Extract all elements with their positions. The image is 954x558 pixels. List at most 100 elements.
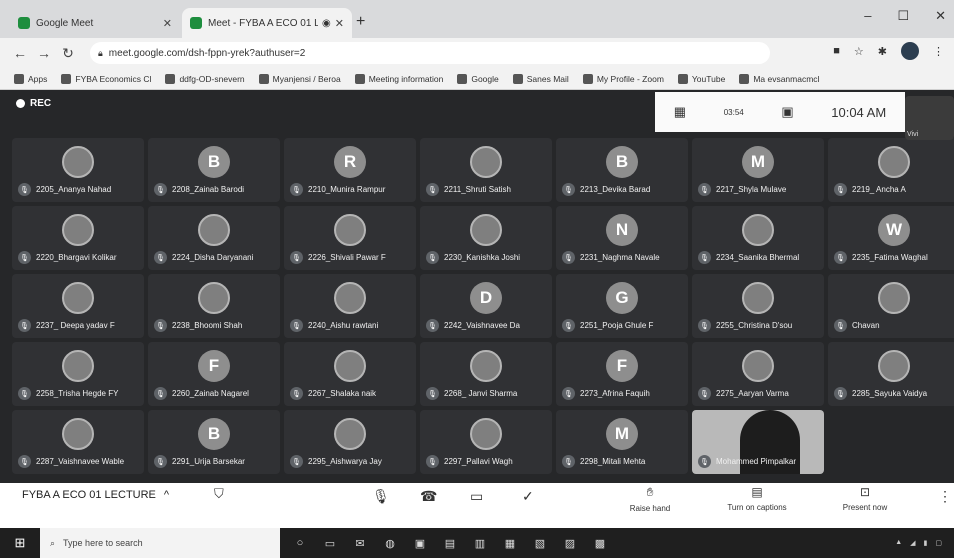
participant-tile[interactable]: 🎙︎ 2219_ Ancha A bbox=[828, 138, 954, 202]
meeting-details[interactable]: FYBA A ECO 01 LECTURE ^ bbox=[22, 489, 169, 501]
raise-hand-button[interactable]: ✋︎ Raise hand bbox=[615, 485, 685, 513]
profile-avatar[interactable] bbox=[901, 42, 919, 60]
present-button[interactable]: ⊡ Present now bbox=[830, 485, 900, 512]
battery-icon[interactable]: ▮ bbox=[924, 539, 928, 547]
reload-icon[interactable]: ↻ bbox=[56, 45, 80, 62]
participant-tile[interactable]: N 🎙︎ 2231_Naghma Navale bbox=[556, 206, 688, 270]
participant-tile[interactable]: 🎙︎ 2287_Vaishnavee Wable bbox=[12, 410, 144, 474]
app-icon[interactable]: ▨ bbox=[562, 535, 578, 551]
store-icon[interactable]: ▣ bbox=[412, 535, 428, 551]
rec-label: REC bbox=[30, 98, 52, 109]
bookmark-item[interactable]: YouTube bbox=[677, 73, 725, 84]
explorer-icon[interactable]: ▤ bbox=[442, 535, 458, 551]
forward-icon[interactable]: → bbox=[32, 45, 56, 61]
mail-icon[interactable]: ✉ bbox=[352, 535, 368, 551]
new-tab-button[interactable]: + bbox=[356, 13, 365, 31]
participant-tile[interactable]: D 🎙︎ 2242_Vaishnavee Da bbox=[420, 274, 552, 338]
screen-icon[interactable]: ▣ bbox=[781, 104, 793, 120]
participant-tile[interactable]: B 🎙︎ 2208_Zainab Barodi bbox=[148, 138, 280, 202]
bookmark-item[interactable]: Apps bbox=[14, 73, 47, 84]
cortana-icon[interactable]: ○ bbox=[292, 535, 308, 551]
bookmark-item[interactable]: Google bbox=[457, 73, 499, 84]
bookmark-item[interactable]: Sanes Mail bbox=[512, 73, 569, 84]
url-bar[interactable]: 🔒︎ meet.google.com/dsh-fppn-yrek?authuse… bbox=[90, 42, 770, 64]
extension-icon[interactable]: ✱ bbox=[878, 45, 887, 58]
bookmark-item[interactable]: Ma evsanmacmcl bbox=[739, 73, 819, 84]
participant-tile[interactable]: 🎙︎ 2255_Christina D'sou bbox=[692, 274, 824, 338]
participant-tile[interactable]: B 🎙︎ 2213_Devika Barad bbox=[556, 138, 688, 202]
participant-tile[interactable]: 🎙︎ 2297_Pallavi Wagh bbox=[420, 410, 552, 474]
participant-tile[interactable]: 🎙︎ 2226_Shivali Pawar F bbox=[284, 206, 416, 270]
app-icon[interactable]: ▥ bbox=[472, 535, 488, 551]
star-icon[interactable]: ☆ bbox=[854, 45, 864, 58]
leave-call-button[interactable]: ☎ bbox=[420, 488, 437, 505]
participant-tile[interactable]: 🎙︎ 2230_Kanishka Joshi bbox=[420, 206, 552, 270]
participant-tile[interactable]: 🎙︎ 2237_ Deepa yadav F bbox=[12, 274, 144, 338]
audio-playing-icon[interactable]: ◉ bbox=[322, 18, 331, 29]
participant-tile[interactable]: B 🎙︎ 2291_Urija Barsekar bbox=[148, 410, 280, 474]
participant-tile[interactable]: W 🎙︎ 2235_Fatima Waghal bbox=[828, 206, 954, 270]
notification-icon[interactable]: ▢ bbox=[935, 539, 942, 547]
participant-tile[interactable]: 🎙︎ 2285_Sayuka Vaidya bbox=[828, 342, 954, 406]
app-icon[interactable]: ▦ bbox=[502, 535, 518, 551]
participant-name-row: 🎙︎ 2235_Fatima Waghal bbox=[834, 251, 954, 264]
participant-name-row: 🎙︎ 2242_Vaishnavee Da bbox=[426, 319, 548, 332]
participant-tile[interactable]: 🎙︎ 2205_Ananya Nahad bbox=[12, 138, 144, 202]
participant-tile[interactable]: 🎙︎ 2275_Aaryan Varma bbox=[692, 342, 824, 406]
participant-tile[interactable]: 🎙︎ Chavan bbox=[828, 274, 954, 338]
maximize-icon[interactable]: ☐ bbox=[897, 8, 909, 24]
participant-tile[interactable]: 🎙︎ 2295_Aishwarya Jay bbox=[284, 410, 416, 474]
participant-tile[interactable]: F 🎙︎ 2273_Afrina Faquih bbox=[556, 342, 688, 406]
participant-tile[interactable]: M 🎙︎ 2217_Shyla Mulave bbox=[692, 138, 824, 202]
participant-tile[interactable]: 🎙︎ 2211_Shruti Satish bbox=[420, 138, 552, 202]
participant-tile[interactable]: 🎙︎ 2258_Trisha Hegde FY bbox=[12, 342, 144, 406]
app-icon[interactable]: ▧ bbox=[532, 535, 548, 551]
minimize-icon[interactable]: – bbox=[864, 8, 871, 24]
grid-icon[interactable]: ▦ bbox=[674, 104, 686, 120]
participant-tile[interactable]: 🎙︎ Mohammed Pimpalkar bbox=[692, 410, 824, 474]
bookmark-label: My Profile - Zoom bbox=[596, 73, 664, 84]
participant-tile[interactable]: 🎙︎ 2240_Aishu rawtani bbox=[284, 274, 416, 338]
camera-icon[interactable]: ■ bbox=[833, 45, 840, 57]
participant-tile[interactable]: G 🎙︎ 2251_Pooja Ghule F bbox=[556, 274, 688, 338]
bookmark-item[interactable]: Myanjensi / Beroa bbox=[258, 73, 341, 84]
bookmark-item[interactable]: FYBA Economics Cl bbox=[61, 73, 151, 84]
participant-tile[interactable]: 🎙︎ 2238_Bhoomi Shah bbox=[148, 274, 280, 338]
check-icon[interactable]: ✓ bbox=[522, 488, 534, 505]
participant-tile[interactable]: 🎙︎ 2224_Disha Daryanani bbox=[148, 206, 280, 270]
participant-tile[interactable]: 🎙︎ 2267_Shalaka naik bbox=[284, 342, 416, 406]
windows-start-icon[interactable]: ⊞ bbox=[0, 535, 40, 551]
taskbar-search[interactable]: ⌕ Type here to search bbox=[40, 528, 280, 558]
participant-name: 2224_Disha Daryanani bbox=[172, 253, 254, 262]
back-icon[interactable]: ← bbox=[8, 45, 32, 61]
participant-tile[interactable]: 🎙︎ 2220_Bhargavi Kolikar bbox=[12, 206, 144, 270]
captions-button[interactable]: ▤ Turn on captions bbox=[712, 485, 802, 512]
menu-icon[interactable]: ⋮ bbox=[933, 45, 944, 58]
participant-name: 2242_Vaishnavee Da bbox=[444, 321, 520, 330]
network-icon[interactable]: ▲ bbox=[895, 539, 902, 547]
participant-name-row: 🎙︎ 2298_Mitali Mehta bbox=[562, 455, 684, 468]
shield-icon[interactable]: ⛉ bbox=[214, 486, 224, 502]
participant-tile[interactable]: 🎙︎ 2234_Saanika Bhermal bbox=[692, 206, 824, 270]
participant-tile[interactable]: 🎙︎ 2268_ Janvi Sharma bbox=[420, 342, 552, 406]
chrome-icon[interactable]: ◍ bbox=[382, 535, 398, 551]
mic-muted-icon: 🎙︎ bbox=[834, 183, 847, 196]
participant-tile[interactable]: R 🎙︎ 2210_Munira Rampur bbox=[284, 138, 416, 202]
volume-icon[interactable]: ◢ bbox=[910, 539, 915, 547]
mic-button[interactable]: 🎙︎ bbox=[372, 488, 390, 505]
close-icon[interactable]: ✕ bbox=[335, 17, 344, 30]
more-options-icon[interactable]: ⋮ bbox=[938, 488, 952, 505]
task-view-icon[interactable]: ▭ bbox=[322, 535, 338, 551]
camera-button[interactable]: ▭ bbox=[470, 488, 483, 505]
tab-google-meet[interactable]: Google Meet ✕ bbox=[10, 8, 180, 38]
bookmark-item[interactable]: ddfg-OD-snevern bbox=[165, 73, 245, 84]
close-window-icon[interactable]: ✕ bbox=[935, 8, 946, 24]
app-icon[interactable]: ▩ bbox=[592, 535, 608, 551]
chevron-up-icon[interactable]: ^ bbox=[164, 489, 169, 501]
bookmark-item[interactable]: My Profile - Zoom bbox=[582, 73, 664, 84]
close-icon[interactable]: ✕ bbox=[163, 17, 172, 30]
participant-tile[interactable]: F 🎙︎ 2260_Zainab Nagarel bbox=[148, 342, 280, 406]
bookmark-item[interactable]: Meeting information bbox=[354, 73, 443, 84]
tab-meet-lecture[interactable]: Meet - FYBA A ECO 01 Lec ◉ ✕ bbox=[182, 8, 352, 38]
participant-tile[interactable]: M 🎙︎ 2298_Mitali Mehta bbox=[556, 410, 688, 474]
